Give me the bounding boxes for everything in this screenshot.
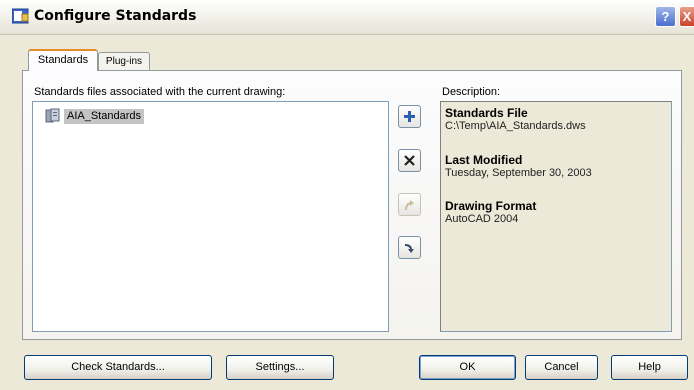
check-standards-button[interactable]: Check Standards...: [24, 355, 212, 380]
app-icon: [12, 8, 29, 24]
description-label: Description:: [442, 86, 501, 98]
x-icon: [404, 155, 415, 166]
settings-button[interactable]: Settings...: [226, 355, 334, 380]
move-down-button[interactable]: [398, 236, 421, 259]
configure-standards-dialog: Configure Standards ? X Standards Plug-i…: [0, 0, 694, 390]
help-title-button[interactable]: ?: [655, 6, 676, 27]
description-value: Tuesday, September 30, 2003: [445, 167, 592, 179]
cancel-button[interactable]: Cancel: [525, 355, 598, 380]
list-item[interactable]: AIA_Standards: [45, 108, 144, 124]
description-section-drawing-format: Drawing Format AutoCAD 2004: [445, 200, 536, 226]
description-section-last-modified: Last Modified Tuesday, September 30, 200…: [445, 154, 592, 180]
description-section-standards-file: Standards File C:\Temp\AIA_Standards.dws: [445, 107, 586, 133]
description-heading: Drawing Format: [445, 199, 537, 213]
window-title: Configure Standards: [34, 8, 197, 24]
arrow-down-icon: [404, 243, 414, 253]
help-button[interactable]: Help: [611, 355, 688, 380]
tab-standards[interactable]: Standards: [28, 49, 98, 71]
plus-icon: [404, 111, 415, 122]
list-item-label: AIA_Standards: [64, 108, 144, 124]
ok-button[interactable]: OK: [419, 355, 516, 380]
title-bar[interactable]: Configure Standards ? X: [0, 0, 694, 35]
description-heading: Standards File: [445, 106, 528, 120]
description-value: AutoCAD 2004: [445, 213, 519, 225]
tab-plug-ins[interactable]: Plug-ins: [98, 52, 150, 72]
standards-files-list[interactable]: AIA_Standards: [32, 101, 389, 332]
files-list-label: Standards files associated with the curr…: [34, 86, 286, 98]
remove-standards-file-button[interactable]: [398, 149, 421, 172]
add-standards-file-button[interactable]: [398, 105, 421, 128]
move-up-button[interactable]: [398, 193, 421, 216]
close-button[interactable]: X: [679, 6, 694, 27]
description-panel: Standards File C:\Temp\AIA_Standards.dws…: [440, 101, 672, 332]
description-value: C:\Temp\AIA_Standards.dws: [445, 120, 586, 132]
description-heading: Last Modified: [445, 153, 523, 167]
arrow-up-icon: [404, 199, 414, 210]
standards-file-icon: [45, 108, 60, 123]
